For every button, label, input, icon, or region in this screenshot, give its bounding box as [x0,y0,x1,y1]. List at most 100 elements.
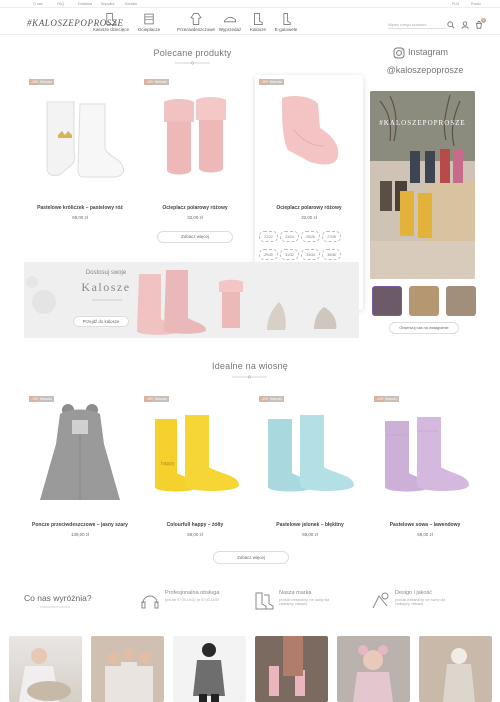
feature-desc: pon-nie 07:00-15:00, pt 07:00-14:00 [165,598,220,602]
banner-line1: Dostosuj swoje [85,270,127,276]
gallery-photo-image [105,648,153,702]
product-price: 32,00 zł [301,215,317,220]
gallery-photo[interactable] [91,636,164,702]
product-image[interactable] [375,407,475,502]
gift-boot-icon [283,12,291,26]
banner-button[interactable]: Przejdź do kalosze [73,316,129,327]
promo-banner[interactable]: Dostosuj swoje Kalosze Przejdź do kalosz… [24,262,359,338]
instagram-photo-main[interactable]: #KALOSZEPOPROSZE [370,91,475,279]
product-card[interactable]: -10% Nowość happy Colourfull happy – żół… [140,392,250,542]
nav-item-label: E-gutowele [274,27,298,32]
section-title-recommended: Polecane produkty [153,48,232,58]
new-badge: Nowość [38,79,55,85]
headset-icon [141,595,159,609]
size-option[interactable]: 27/28 [322,231,341,242]
top-link[interactable]: Kontakt [125,2,137,6]
banner-image [26,270,337,335]
currency-select[interactable]: PLN [452,2,459,6]
product-image[interactable] [30,402,130,507]
instagram-handle[interactable]: @kaloszepoprosze [380,65,470,75]
see-more-button[interactable]: Zobacz więcej [157,231,233,243]
size-option[interactable]: 31/32 [280,249,299,260]
instagram-thumbnail[interactable] [409,286,439,316]
gallery-photo-image [269,636,305,696]
feature-desc: produkt niebanalny, nie tuziny dla zadba… [395,598,446,607]
cart-count-badge: 0 [481,18,486,23]
size-option[interactable]: 29/30 [259,249,278,260]
product-name[interactable]: Pastelowe jelonek – błękitny [255,522,365,528]
instagram-thumbnail[interactable] [446,286,476,316]
language-select[interactable]: Polski [471,2,481,6]
product-image[interactable]: happy [145,407,245,502]
size-option[interactable]: 25/26 [301,231,320,242]
section-title-spring: Idealne na wiosnę [212,361,288,371]
new-badge: Nowość [153,79,170,85]
product-price: 69,00 zł [72,215,88,220]
size-option[interactable]: 23/24 [280,231,299,242]
new-badge: Nowość [383,396,400,402]
gallery-photo[interactable] [173,636,246,702]
raincoat-icon [190,12,202,26]
product-card[interactable]: -10% Nowość Ocieplacz polarowy różowy 32… [140,75,250,243]
see-more-button[interactable]: Zobacz więcej [213,551,289,564]
features-divider [40,606,70,608]
product-card[interactable]: -10% Nowość Pastelowe jelonek – błękitny… [255,392,365,542]
feature-item: Profesjonalna obsługa pon-nie 07:00-15:0… [139,590,234,620]
gallery-photo[interactable] [337,636,410,702]
product-name[interactable]: Pastelowe sowa – lawendowy [370,522,480,528]
top-link[interactable]: Wysyłka [101,2,114,6]
product-name[interactable]: Pastelowe króliczek – pastelowy róż [25,205,135,211]
product-card[interactable]: -10% Nowość Poncze przeciwdeszczowe – ja… [25,392,135,542]
section-divider [232,375,267,379]
product-image[interactable] [260,407,360,502]
nav-item-e-gutowele[interactable]: E-gutowele [261,12,311,32]
product-card[interactable]: -10% Nowość Pastelowe sowa – lawendowy 6… [370,392,480,542]
product-image[interactable] [35,90,125,195]
product-name[interactable]: Poncze przeciwdeszczowe – jasny szary [25,522,135,528]
section-divider [175,61,210,65]
gallery-photo[interactable] [255,636,328,702]
product-price: 69,00 zł [302,532,318,537]
follow-instagram-button[interactable]: Obserwuj nas na instagramie [389,322,459,334]
product-price: 69,00 zł [417,532,433,537]
instagram-title: Instagram [408,47,449,57]
nav-item-label: Ocieplacze [137,27,161,32]
instagram-icon[interactable] [393,47,405,59]
product-name[interactable]: Colourfull happy – żółty [140,522,250,528]
svg-text:happy: happy [161,461,175,467]
nav-item-ocieplacze[interactable]: Ocieplacze [124,12,174,32]
size-option[interactable]: 33/34 [301,249,320,260]
size-option[interactable]: 35/36 [322,249,341,260]
feature-item: Nasza marka produkt niebanalny, nie tuzi… [253,590,348,620]
feature-title: Nasza marka [279,590,312,596]
new-badge: Nowość [153,396,170,402]
instagram-thumbnail[interactable] [372,286,402,316]
product-card[interactable]: -10% Nowość Pastelowe króliczek – pastel… [25,75,135,225]
gallery-photo[interactable] [419,636,492,702]
top-link[interactable]: Dostawa [78,2,92,6]
top-link[interactable]: FAQ [57,2,64,6]
instagram-photo-label: #KALOSZEPOPROSZE [379,119,466,127]
gallery-photo[interactable] [9,636,82,702]
new-badge: Nowość [268,79,285,85]
search-icon[interactable] [447,21,455,29]
gallery-photo-image [353,645,393,702]
feature-desc: produkt niebanalny, nie tuziny dla zadba… [279,598,330,607]
feature-title: Design i jakość [395,590,432,596]
product-image[interactable] [150,90,240,195]
gallery-photo-image [193,643,225,702]
product-image[interactable] [264,90,354,195]
account-icon[interactable] [461,21,469,29]
product-name[interactable]: Ocieplacz polarowy różowy [140,205,250,211]
product-name[interactable]: Ocieplacz polarowy różowy [254,205,364,211]
product-price: 139,00 zł [71,532,89,537]
banner-divider [92,299,122,301]
design-icon [372,592,389,609]
gallery-photo-image [443,648,475,702]
search-input[interactable]: Wpisz czego szukasz... [388,20,446,29]
feature-title: Profesjonalna obsługa [165,590,220,596]
size-option[interactable]: 21/22 [259,231,278,242]
top-link[interactable]: O nas [33,2,43,6]
boot-icon [106,12,117,26]
feature-item: Design i jakość produkt niebanalny, nie … [369,590,464,620]
